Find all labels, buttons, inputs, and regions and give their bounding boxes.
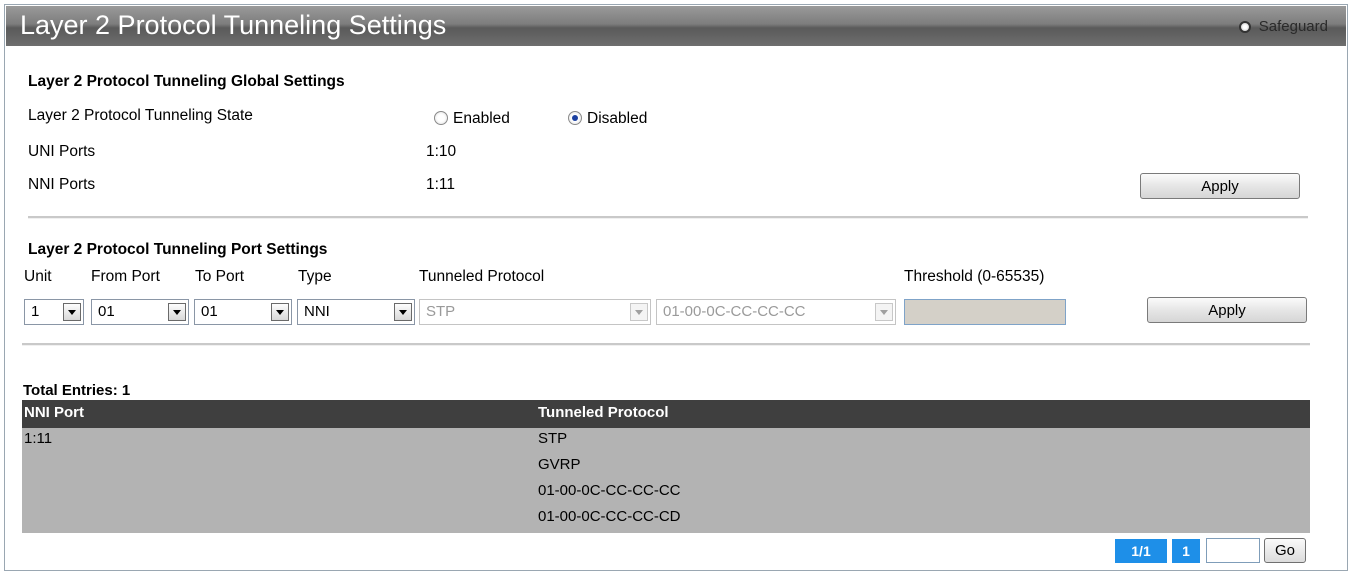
port-apply-button[interactable]: Apply [1147,297,1307,323]
to-port-select-value: 01 [201,303,218,320]
row-protocol-item: 01-00-0C-CC-CC-CD [538,508,681,525]
chevron-down-icon[interactable] [394,303,412,321]
unit-select-value: 1 [31,303,40,320]
divider [28,216,1308,219]
from-port-select[interactable]: 01 [91,299,189,325]
uni-ports-value: 1:10 [426,143,457,160]
radio-disabled-icon[interactable] [568,111,582,125]
go-button[interactable]: Go [1264,538,1306,563]
nni-port-column-header: NNI Port [24,404,84,421]
radio-enabled-icon[interactable] [434,111,448,125]
state-disabled-label: Disabled [587,110,648,127]
row-nni-port: 1:11 [24,430,53,447]
type-column-label: Type [298,268,332,285]
page-indicator: 1/1 [1115,539,1167,563]
uni-ports-label: UNI Ports [28,143,96,160]
global-apply-button[interactable]: Apply [1140,173,1300,199]
type-select[interactable]: NNI [297,299,415,325]
table-row: 1:11 STP GVRP 01-00-0C-CC-CC-CC 01-00-0C… [22,428,1310,533]
tunneled-protocol-select-value: STP [426,303,456,320]
type-select-value: NNI [304,303,330,320]
tunneling-state-label: Layer 2 Protocol Tunneling State [28,107,253,124]
to-port-column-label: To Port [195,268,245,285]
safeguard-label: Safeguard [1258,18,1328,35]
table-header: NNI Port Tunneled Protocol [22,400,1310,428]
tunneled-protocol-column-header: Tunneled Protocol [538,404,669,421]
title-bar: Layer 2 Protocol Tunneling Settings Safe… [6,6,1346,46]
threshold-column-label: Threshold (0-65535) [904,268,1045,285]
page-number-link[interactable]: 1 [1172,539,1200,563]
from-port-select-value: 01 [98,303,115,320]
from-port-column-label: From Port [91,268,160,285]
unit-column-label: Unit [24,268,52,285]
global-settings-heading: Layer 2 Protocol Tunneling Global Settin… [28,73,345,90]
state-enabled-radio[interactable]: Enabled [434,110,510,128]
nni-ports-value: 1:11 [426,176,456,193]
threshold-input[interactable] [904,299,1066,325]
chevron-down-icon[interactable] [168,303,186,321]
go-to-page-input[interactable] [1206,538,1260,563]
to-port-select[interactable]: 01 [194,299,292,325]
row-protocol-item: STP [538,430,568,447]
port-settings-heading: Layer 2 Protocol Tunneling Port Settings [28,241,328,258]
row-protocol-item: 01-00-0C-CC-CC-CC [538,482,681,499]
state-enabled-label: Enabled [453,110,510,127]
state-disabled-radio[interactable]: Disabled [568,110,647,128]
page-title: Layer 2 Protocol Tunneling Settings [20,10,447,40]
chevron-down-icon[interactable] [630,303,648,321]
safeguard-icon [1238,20,1251,33]
tunneled-protocol-select[interactable]: STP [419,299,651,325]
mac-address-select[interactable]: 01-00-0C-CC-CC-CC [656,299,896,325]
chevron-down-icon[interactable] [875,303,893,321]
chevron-down-icon[interactable] [63,303,81,321]
total-entries-label: Total Entries: 1 [23,382,131,399]
tunneled-protocol-column-label: Tunneled Protocol [419,268,545,285]
row-protocol-item: GVRP [538,456,581,473]
nni-ports-label: NNI Ports [28,176,96,193]
divider [22,343,1310,346]
chevron-down-icon[interactable] [271,303,289,321]
unit-select[interactable]: 1 [24,299,84,325]
mac-address-select-value: 01-00-0C-CC-CC-CC [663,303,806,320]
safeguard-indicator[interactable]: Safeguard [1238,18,1328,35]
